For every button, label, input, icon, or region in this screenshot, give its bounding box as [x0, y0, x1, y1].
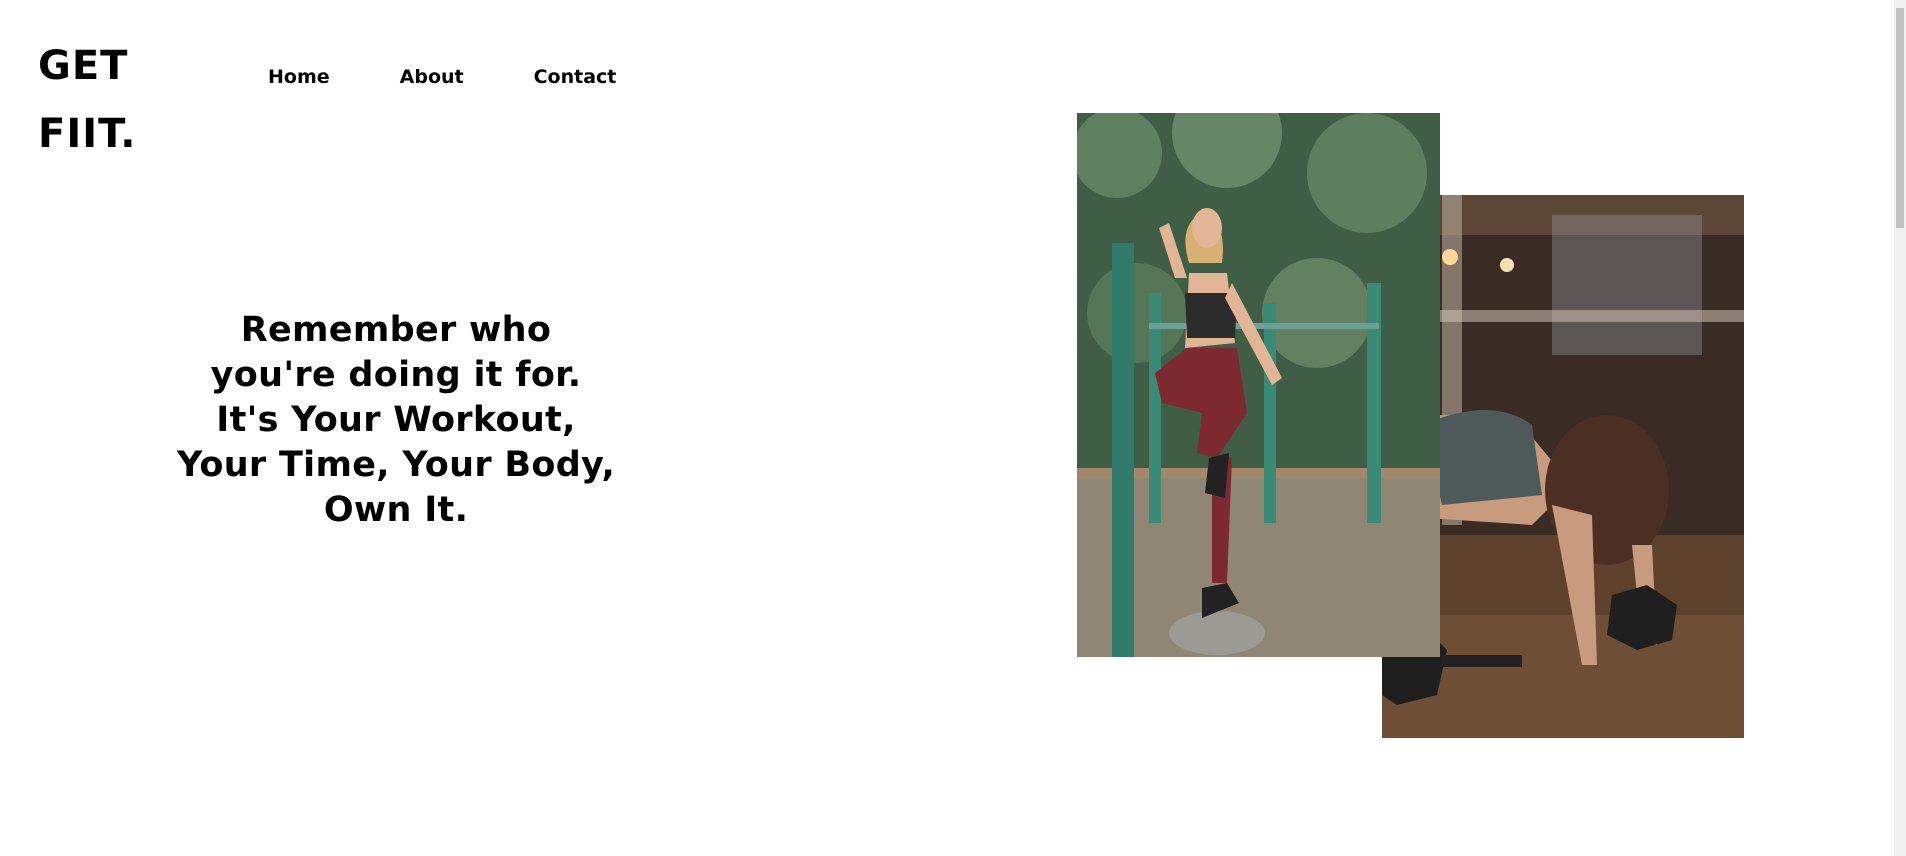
- outdoor-step-illustration: [1077, 113, 1440, 657]
- brand-logo-line1: GET: [38, 43, 129, 89]
- brand-logo-line2: FIIT.: [38, 111, 137, 157]
- scrollbar-thumb[interactable]: [1896, 8, 1904, 228]
- nav-contact-link[interactable]: Contact: [534, 66, 617, 88]
- hero-headline: Remember who you're doing it for. It's Y…: [176, 310, 616, 530]
- nav-about-link[interactable]: About: [400, 66, 464, 88]
- vertical-scrollbar[interactable]: [1894, 0, 1906, 856]
- brand-logo[interactable]: GET FIIT.: [38, 32, 137, 168]
- page: GET FIIT. Home About Contact Remember wh…: [0, 0, 1906, 856]
- main-nav: Home About Contact: [268, 66, 616, 88]
- outdoor-step-photo: [1077, 113, 1440, 657]
- nav-home-link[interactable]: Home: [268, 66, 330, 88]
